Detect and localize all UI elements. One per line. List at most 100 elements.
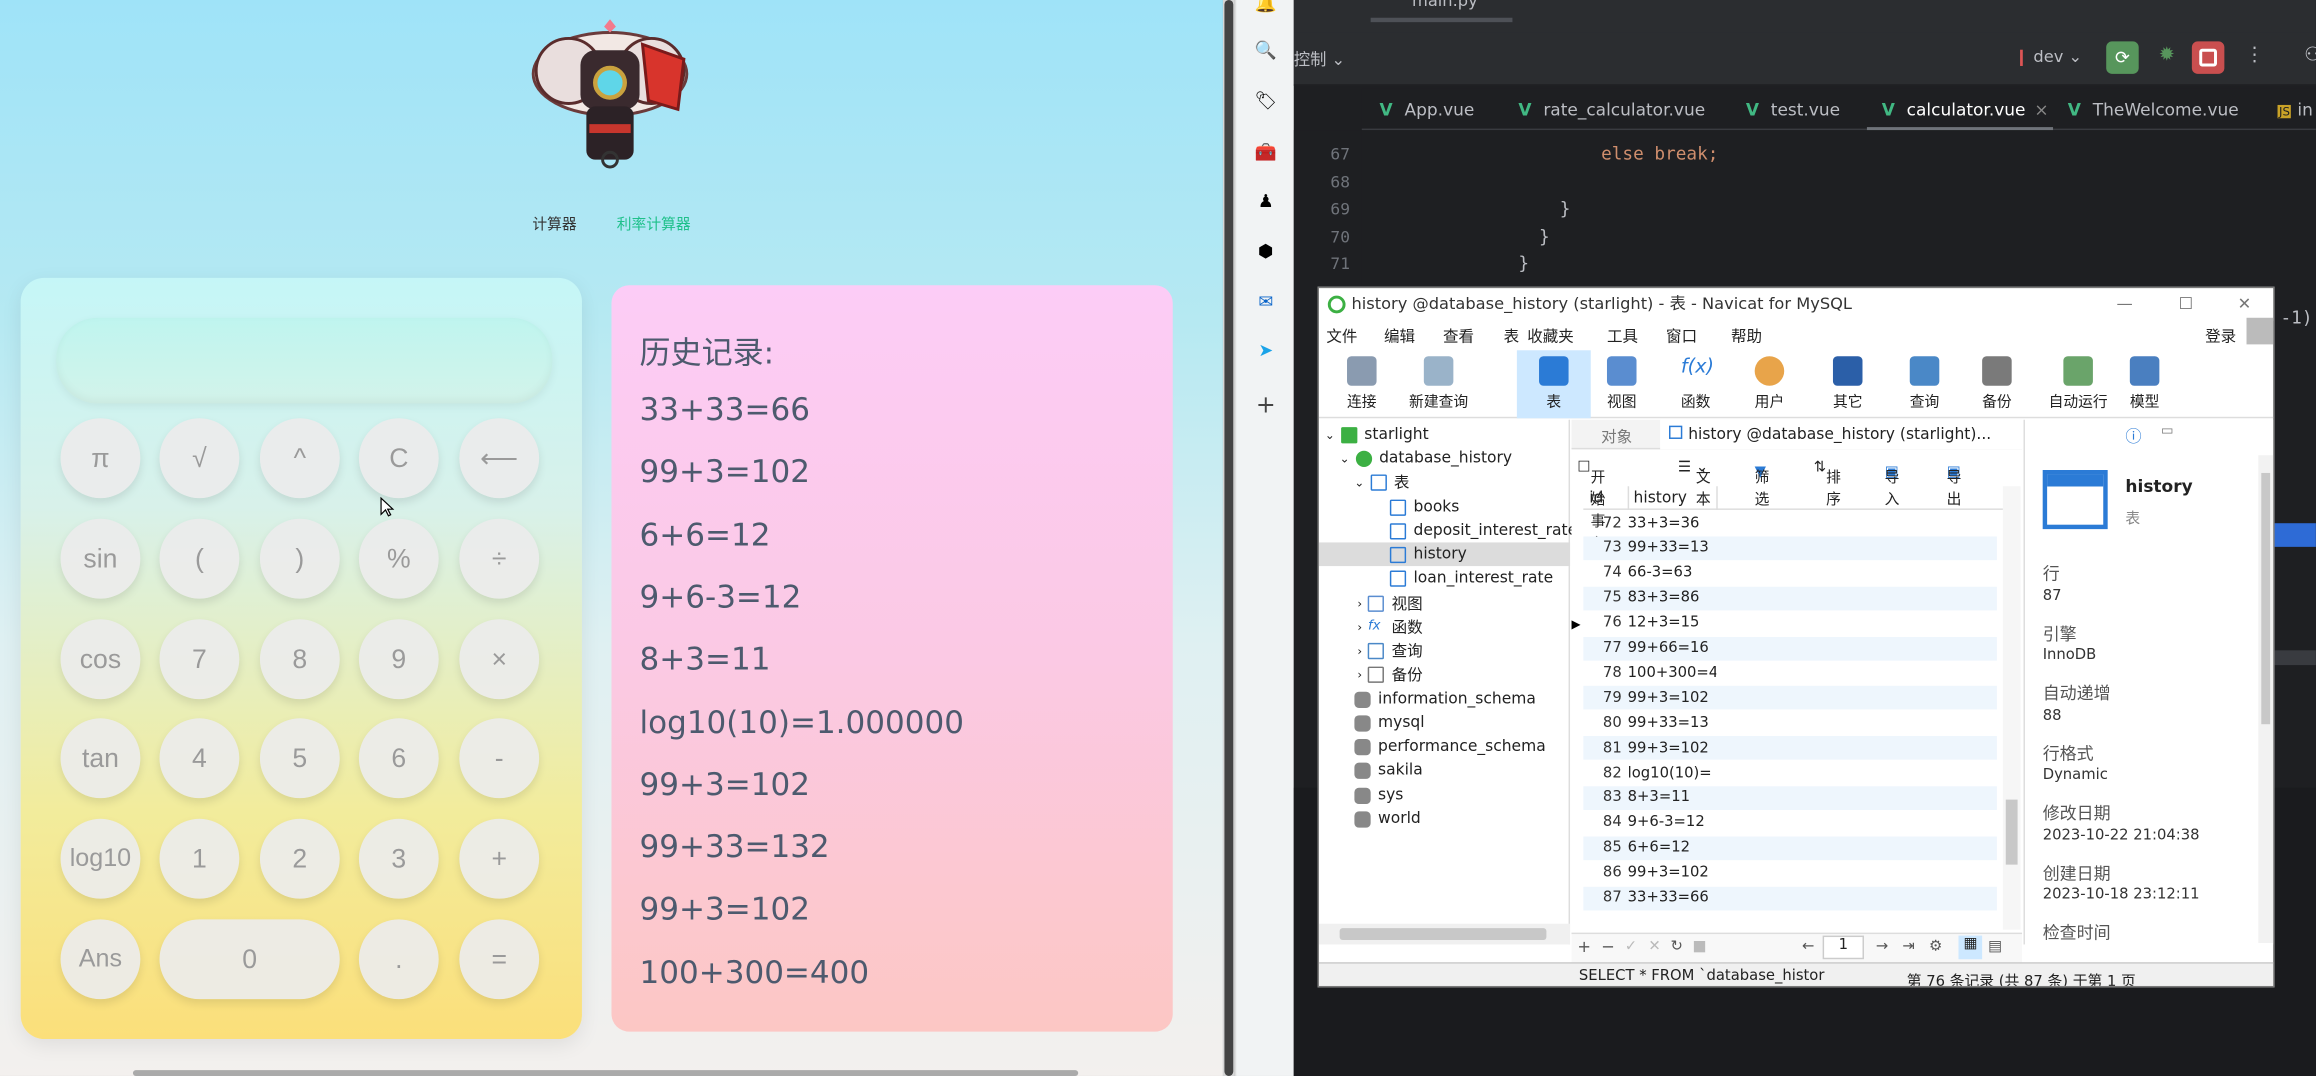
tree-db-sakila[interactable]: sakila: [1354, 758, 1423, 782]
tree-database[interactable]: ⌄ database_history: [1340, 446, 1512, 470]
user-icon[interactable]: ⚇: [2304, 44, 2316, 66]
key-8[interactable]: 8: [259, 619, 340, 700]
menu-favorites[interactable]: 收藏夹: [1527, 325, 1574, 347]
table-row[interactable]: 73 99+33=13: [1583, 536, 1997, 561]
cell-history[interactable]: 99+66=16: [1628, 640, 1717, 656]
tab-history-table[interactable]: history @database_history (starlight)...: [1660, 419, 2023, 450]
tree-table-loan[interactable]: loan_interest_rate: [1389, 566, 1553, 590]
table-row[interactable]: 78 100+300=4: [1583, 661, 1997, 685]
cell-history[interactable]: log10(10)=: [1628, 765, 1717, 781]
key-cos[interactable]: cos: [60, 619, 141, 700]
cell-history[interactable]: 99+3=102: [1628, 865, 1717, 881]
key-plus[interactable]: +: [459, 818, 540, 899]
form-view-icon[interactable]: ▤: [1988, 939, 2002, 955]
key-log10[interactable]: log10: [60, 818, 141, 899]
cell-id[interactable]: 72: [1583, 515, 1627, 531]
tree-folder-backups[interactable]: › 备份: [1357, 662, 1423, 686]
tree-db-mysql[interactable]: mysql: [1354, 711, 1425, 735]
tab-objects[interactable]: 对象: [1601, 426, 1632, 448]
table-row[interactable]: 84 9+6-3=12: [1583, 811, 1997, 835]
cell-id[interactable]: 82: [1583, 765, 1627, 781]
menu-edit[interactable]: 编辑: [1384, 325, 1415, 347]
tree-table-history[interactable]: history: [1318, 542, 1571, 567]
cell-id[interactable]: 83: [1583, 790, 1627, 806]
sort-button[interactable]: ⇅ 排序: [1814, 460, 1841, 509]
tree-folder-views[interactable]: › 视图: [1357, 591, 1423, 615]
tab-thewelcome-vue[interactable]: V TheWelcome.vue: [2068, 99, 2239, 120]
table-row[interactable]: 86 99+3=102: [1583, 861, 1997, 885]
toolbar-others[interactable]: 其它: [1814, 350, 1882, 418]
begin-transaction-button[interactable]: ☐ 开始事务: [1577, 460, 1605, 553]
page-number-field[interactable]: 1: [1822, 935, 1864, 960]
nav-link-rate-calculator[interactable]: 利率计算器: [617, 217, 691, 233]
cell-history[interactable]: 99+3=102: [1628, 740, 1717, 756]
cell-history[interactable]: 12+3=15: [1628, 615, 1717, 631]
cell-id[interactable]: 76: [1583, 615, 1627, 631]
horizontal-scrollbar[interactable]: [132, 1070, 1079, 1076]
table-row[interactable]: 81 99+3=102: [1583, 736, 1997, 760]
nav-link-calculator[interactable]: 计算器: [532, 217, 576, 233]
tree-table-books[interactable]: books: [1389, 495, 1459, 519]
menu-tools[interactable]: 工具: [1607, 325, 1638, 347]
toolbar-functions[interactable]: f(x) 函数: [1662, 350, 1730, 418]
cell-id[interactable]: 77: [1583, 640, 1627, 656]
bell-icon[interactable]: 🔔: [1254, 0, 1278, 15]
cell-id[interactable]: 74: [1583, 565, 1627, 581]
toolbar-new-query[interactable]: 新建查询: [1405, 350, 1473, 418]
toolbar-views[interactable]: 视图: [1588, 350, 1656, 418]
key-multiply[interactable]: ×: [459, 619, 540, 700]
stop-icon[interactable]: ■: [1693, 939, 1707, 955]
toolbar-queries[interactable]: 查询: [1891, 350, 1959, 418]
toolbox-icon[interactable]: 🧰: [1254, 140, 1278, 164]
cell-id[interactable]: 85: [1583, 840, 1627, 856]
key-tan[interactable]: tan: [60, 718, 141, 799]
key-1[interactable]: 1: [159, 818, 240, 899]
ddl-icon[interactable]: ▭: [2161, 424, 2174, 439]
tree-folder-functions[interactable]: › fx 函数: [1357, 615, 1422, 639]
key-4[interactable]: 4: [159, 718, 240, 799]
key-2[interactable]: 2: [259, 818, 340, 899]
key-6[interactable]: 6: [358, 718, 439, 799]
add-row-icon[interactable]: +: [1577, 937, 1591, 956]
key-backspace[interactable]: ⟵: [459, 418, 540, 499]
cell-id[interactable]: 78: [1583, 665, 1627, 681]
table-row[interactable]: 76 12+3=15: [1583, 611, 1997, 635]
toolbar-users[interactable]: 用户: [1735, 350, 1803, 418]
menu-window[interactable]: 窗口: [1666, 325, 1697, 347]
minimize-icon[interactable]: —: [2117, 288, 2133, 321]
key-minus[interactable]: -: [459, 718, 540, 799]
cell-id[interactable]: 80: [1583, 715, 1627, 731]
tab-rate-calculator-vue[interactable]: Vrate_calculator.vue: [1518, 99, 1705, 120]
cell-id[interactable]: 87: [1583, 890, 1627, 906]
settings-icon[interactable]: ⚙: [1929, 939, 1942, 955]
cell-history[interactable]: 99+33=13: [1628, 540, 1717, 556]
tab-in[interactable]: JS in: [2277, 99, 2313, 120]
delete-row-icon[interactable]: −: [1601, 937, 1615, 956]
last-page-icon[interactable]: ⇥: [1902, 939, 1914, 955]
scrollbar-thumb[interactable]: [1224, 0, 1234, 1076]
prev-page-icon[interactable]: ←: [1802, 939, 1814, 955]
info-icon[interactable]: ⓘ: [2125, 424, 2141, 448]
tree-hscroll[interactable]: [1318, 923, 1571, 945]
tree-tables-folder[interactable]: ⌄ 表: [1354, 470, 1409, 494]
tree-db-sys[interactable]: sys: [1354, 783, 1403, 807]
debug-button[interactable]: ✹: [2153, 44, 2180, 71]
tree-table-deposit[interactable]: deposit_interest_rate: [1389, 519, 1577, 543]
stop-button[interactable]: [2191, 41, 2225, 74]
run-button[interactable]: ⟳: [2106, 41, 2139, 74]
code-line-70[interactable]: }: [1539, 226, 1550, 247]
tree-db-performance-schema[interactable]: performance_schema: [1354, 735, 1546, 759]
cell-history[interactable]: 100+300=4: [1628, 665, 1717, 681]
toolbar-backup[interactable]: 备份: [1963, 350, 2031, 418]
key-sqrt[interactable]: √: [159, 418, 240, 499]
key-7[interactable]: 7: [159, 619, 240, 700]
grid-view-icon[interactable]: ▦: [1958, 935, 1983, 960]
key-decimal[interactable]: .: [358, 919, 439, 1000]
ide-top-file[interactable]: main.py: [1412, 0, 1478, 10]
toolbar-automation[interactable]: 自动运行: [2037, 350, 2120, 418]
menu-file[interactable]: 文件: [1326, 325, 1357, 347]
column-id[interactable]: id: [1589, 489, 1603, 507]
cell-history[interactable]: 6+6=12: [1628, 840, 1717, 856]
add-icon[interactable]: +: [1254, 392, 1278, 417]
more-options-icon[interactable]: ⋮: [2245, 44, 2264, 66]
